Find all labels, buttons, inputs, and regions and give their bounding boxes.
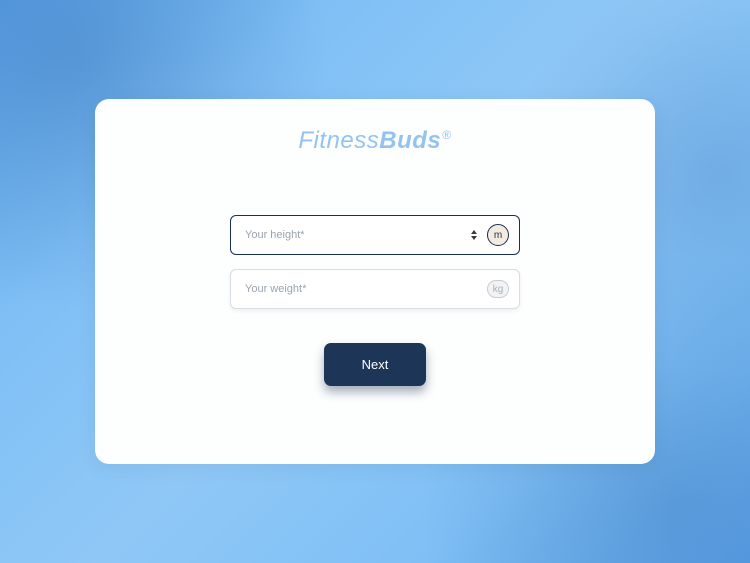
- height-unit-badge[interactable]: m: [487, 224, 509, 246]
- chevron-down-icon[interactable]: [471, 236, 477, 240]
- brand-first: Fitness: [298, 127, 379, 154]
- form-card: FitnessBuds® m kg Next: [95, 99, 655, 464]
- brand-second: Buds: [379, 127, 441, 154]
- next-button[interactable]: Next: [324, 343, 427, 386]
- height-input[interactable]: [245, 229, 471, 241]
- brand-logo: FitnessBuds®: [298, 127, 451, 155]
- height-field-wrapper: m: [230, 215, 520, 255]
- brand-registered: ®: [442, 128, 451, 142]
- form-area: m kg: [230, 215, 520, 309]
- chevron-up-icon[interactable]: [471, 230, 477, 234]
- weight-field-wrapper: kg: [230, 269, 520, 309]
- weight-input[interactable]: [245, 283, 487, 295]
- weight-unit-badge[interactable]: kg: [487, 280, 509, 298]
- height-stepper: [471, 230, 477, 240]
